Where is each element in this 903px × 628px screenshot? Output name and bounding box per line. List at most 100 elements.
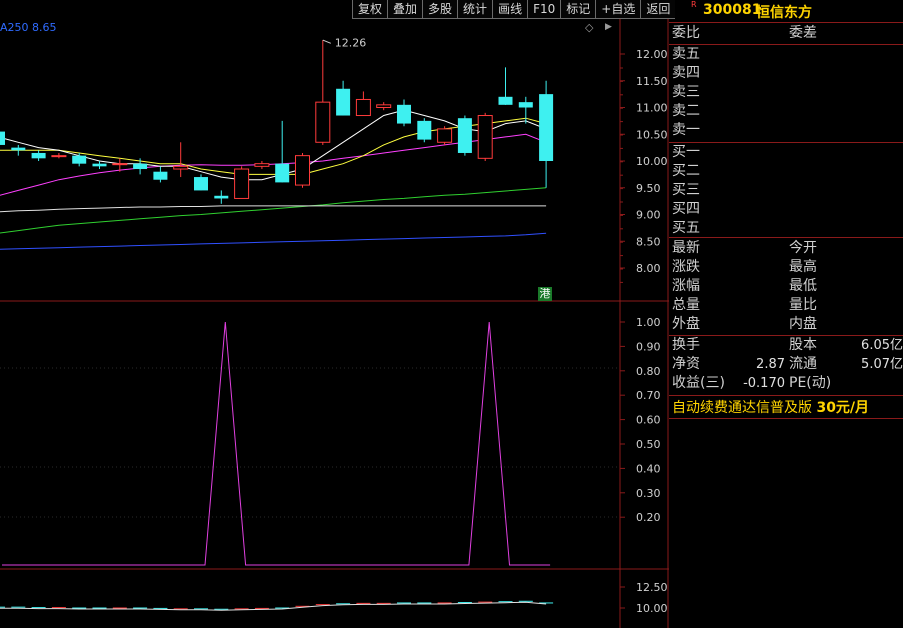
- net-assets-label: 净资: [672, 356, 700, 372]
- candle-body-down: [498, 96, 513, 105]
- sell-level-2: 卖二: [672, 103, 700, 119]
- candle-body-up: [376, 104, 392, 108]
- buy-level-5: 买五: [672, 220, 700, 236]
- candle-body-up: [295, 155, 310, 186]
- indicator-tick-label: 0.70: [636, 389, 661, 402]
- quote-panel: R 300081 恒信东方 委比 委差 卖五卖四卖三卖二卖一 买一买二买三买四买…: [669, 0, 903, 628]
- toolbar-button-1[interactable]: 叠加: [387, 0, 423, 19]
- diamond-icon[interactable]: ◇: [585, 21, 593, 34]
- sell-level-3: 卖三: [672, 84, 700, 100]
- candle-body-up: [437, 128, 453, 143]
- sell-level-4: 卖四: [672, 65, 700, 81]
- candle-body-up: [51, 155, 67, 158]
- indicator-tick-label: 0.40: [636, 462, 661, 475]
- indicator-line: [2, 321, 551, 566]
- ma60-line: [0, 187, 547, 234]
- indicator-tick-label: 0.80: [636, 365, 661, 378]
- toolbar-button-2[interactable]: 多股: [422, 0, 458, 19]
- candle-body-down: [214, 195, 229, 199]
- toolbar-button-7[interactable]: +自选: [595, 0, 641, 19]
- candle-body-up: [254, 163, 270, 167]
- subscription-ad[interactable]: 自动续费通达信普及版 30元/月: [672, 397, 869, 417]
- stock-header: R 300081 恒信东方: [669, 0, 903, 23]
- weibi-label: 委比: [672, 25, 700, 41]
- divider: [669, 395, 903, 396]
- toolbar-button-5[interactable]: F10: [527, 0, 561, 19]
- bottom-tick-label: 10.00: [636, 602, 668, 615]
- candle-body-down: [11, 147, 26, 151]
- price-tick-label: 8.00: [636, 262, 661, 275]
- weicha-label: 委差: [789, 25, 817, 41]
- stock-name[interactable]: 恒信东方: [756, 2, 812, 22]
- indicator-tick-label: 1.00: [636, 316, 661, 329]
- price-tick-label: 11.00: [636, 102, 668, 115]
- price-tick-label: 8.50: [636, 235, 661, 248]
- candle-body-down: [539, 94, 554, 161]
- ma250-legend: A250 8.65: [0, 21, 57, 34]
- candle-body-down: [417, 120, 432, 140]
- triangle-icon[interactable]: ▶: [605, 22, 612, 32]
- chart-area[interactable]: 12.00 11.50 11.00 10.50 10.00 9.50 9.00 8.50 8.0…: [0, 0, 669, 628]
- toolbar-button-0[interactable]: 复权: [352, 0, 388, 19]
- high-marker-label: 12.26: [335, 36, 367, 49]
- stat-right-0: 今开: [789, 240, 817, 256]
- candle-body-up: [477, 115, 493, 159]
- toolbar-button-3[interactable]: 统计: [457, 0, 493, 19]
- divider: [669, 142, 903, 143]
- turnover-label: 换手: [672, 337, 700, 353]
- stat-right-2: 最低: [789, 278, 817, 294]
- divider: [669, 335, 903, 336]
- share-capital-label: 股本: [789, 337, 817, 353]
- indicator-tick-label: 0.20: [636, 511, 661, 524]
- r-mark: R: [691, 0, 697, 9]
- ad-text: 自动续费通达信普及版: [672, 400, 812, 416]
- candle-body-down: [275, 163, 290, 183]
- sell-level-1: 卖一: [672, 122, 700, 138]
- eps-label: 收益(三): [672, 375, 725, 391]
- candle-body-up: [234, 168, 250, 199]
- divider: [669, 237, 903, 238]
- stock-code[interactable]: 300081: [703, 2, 761, 18]
- hk-connect-badge[interactable]: 港: [538, 287, 552, 301]
- stat-right-4: 内盘: [789, 316, 817, 332]
- divider: [669, 44, 903, 45]
- candle-body-down: [92, 163, 107, 167]
- pe-label: PE(动): [789, 375, 832, 391]
- candle-body-down: [153, 171, 168, 180]
- buy-level-2: 买二: [672, 163, 700, 179]
- eps-value: -0.170: [743, 376, 785, 391]
- price-tick-label: 10.00: [636, 155, 668, 168]
- price-tick-label: 12.00: [636, 48, 668, 61]
- share-capital-value: 6.05亿: [861, 338, 903, 353]
- buy-level-4: 买四: [672, 201, 700, 217]
- indicator-tick-label: 0.30: [636, 487, 661, 500]
- candle-body-down: [518, 102, 533, 108]
- buy-level-3: 买三: [672, 182, 700, 198]
- candle-body-down: [457, 118, 472, 153]
- price-tick-label: 9.50: [636, 182, 661, 195]
- candle-body-down: [336, 88, 351, 116]
- candle-body-up: [315, 101, 331, 143]
- toolbar-button-4[interactable]: 画线: [492, 0, 528, 19]
- stat-left-0: 最新: [672, 240, 700, 256]
- high-marker-arrow: [322, 39, 331, 44]
- candle-body-down: [194, 177, 208, 191]
- toolbar-button-6[interactable]: 标记: [560, 0, 596, 19]
- price-tick-label: 9.00: [636, 209, 661, 222]
- ma250-line: [0, 232, 547, 250]
- indicator-tick-label: 0.50: [636, 438, 661, 451]
- candle-body-down: [0, 131, 5, 145]
- ad-price: 30元/月: [816, 400, 870, 416]
- stat-left-3: 总量: [672, 297, 700, 313]
- trading-screen: 12.00 11.50 11.00 10.50 10.00 9.50 9.00 8.50 8.0…: [0, 0, 903, 628]
- candle-body-down: [31, 152, 46, 159]
- indicator-tick-label: 0.90: [636, 340, 661, 353]
- stat-right-3: 量比: [789, 297, 817, 313]
- divider: [669, 418, 903, 419]
- candle-body-down: [133, 163, 148, 170]
- sell-level-5: 卖五: [672, 46, 700, 62]
- float-value: 5.07亿: [861, 357, 903, 372]
- candle-body-up: [355, 98, 371, 117]
- stat-right-1: 最高: [789, 259, 817, 275]
- buy-level-1: 买一: [672, 144, 700, 160]
